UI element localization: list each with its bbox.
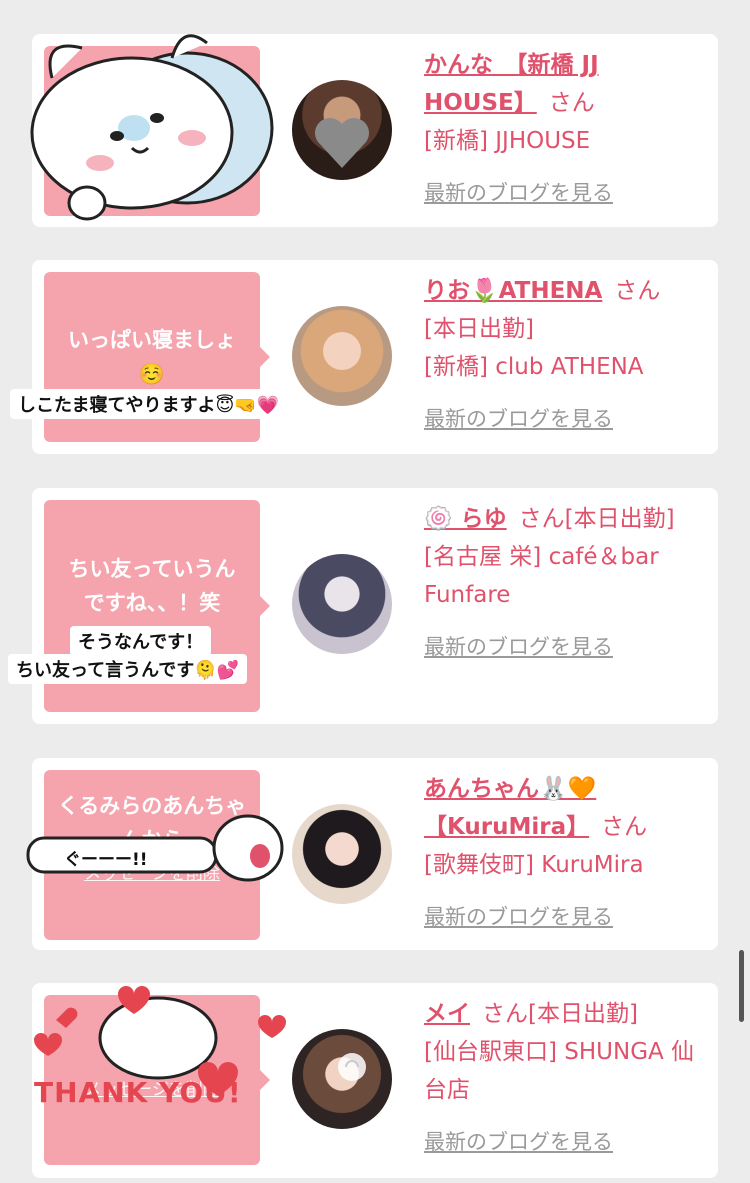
shop-line: [仙台駅東口] SHUNGA 仙台店 bbox=[424, 1039, 695, 1103]
status-line: [本日出勤] bbox=[528, 1001, 638, 1027]
honorific: さん bbox=[482, 1001, 528, 1027]
cast-card: いっぱい寝ましょ ☺️ りお🌷ATHENA さん [本日出勤] [新橋] club… bbox=[32, 260, 718, 454]
story-text-overlay: そうなんです！ bbox=[70, 626, 212, 656]
honorific: さん bbox=[601, 814, 648, 840]
cast-info: あんちゃん🐰🧡【KuruMira】 さん [歌舞伎町] KuruMira 最新のブ… bbox=[424, 770, 700, 936]
cast-name-link[interactable]: 🍥 らゆ bbox=[424, 506, 507, 532]
cast-name-link[interactable]: メイ bbox=[424, 1001, 470, 1027]
story-text-overlay: ちい友って言うんです🫠💕 bbox=[8, 654, 248, 684]
shop-line: [新橋] club ATHENA bbox=[424, 354, 644, 380]
honorific: さん bbox=[614, 278, 661, 304]
cast-info: かんな 【新橋 JJ HOUSE】 さん [新橋] JJHOUSE 最新のブログを… bbox=[424, 46, 700, 212]
avatar[interactable] bbox=[292, 554, 392, 654]
sticker-text: THANK YOU! bbox=[34, 1076, 242, 1109]
cast-card: ちい友っていうんですね、、！笑 🍥 らゆ さん[本日出勤] [名古屋 栄] caf… bbox=[32, 488, 718, 724]
shop-line: [歌舞伎町] KuruMira bbox=[424, 852, 644, 878]
cast-info: 🍥 らゆ さん[本日出勤] [名古屋 栄] café＆bar Funfare 最新… bbox=[424, 500, 700, 666]
honorific: さん bbox=[518, 506, 565, 532]
latest-blog-link[interactable]: 最新のブログを見る bbox=[424, 174, 700, 212]
shop-line: [新橋] JJHOUSE bbox=[424, 128, 591, 154]
status-line: [本日出勤] bbox=[424, 316, 534, 342]
message-emoji: ☺️ bbox=[138, 362, 166, 386]
cast-info: りお🌷ATHENA さん [本日出勤] [新橋] club ATHENA 最新のブ… bbox=[424, 272, 700, 438]
message-text: ちい友っていうんですね、、！笑 bbox=[68, 557, 236, 615]
latest-blog-link[interactable]: 最新のブログを見る bbox=[424, 400, 700, 438]
avatar[interactable] bbox=[292, 80, 392, 180]
sticker-text: ぐーーー!! bbox=[64, 850, 148, 870]
cast-info: メイ さん[本日出勤] [仙台駅東口] SHUNGA 仙台店 最新のブログを見る bbox=[424, 995, 700, 1161]
status-line: [本日出勤] bbox=[564, 506, 675, 532]
latest-blog-link[interactable]: 最新のブログを見る bbox=[424, 628, 700, 666]
thank-you-sticker: THANK YOU! bbox=[28, 980, 286, 1118]
punch-sticker: ぐーーー!! bbox=[26, 808, 284, 892]
shop-line: [名古屋 栄] café＆bar Funfare bbox=[424, 544, 659, 608]
story-text-overlay: しこたま寝てやりますよ😇🤜💗 bbox=[10, 389, 288, 419]
honorific: さん bbox=[548, 90, 595, 116]
avatar[interactable] bbox=[292, 804, 392, 904]
latest-blog-link[interactable]: 最新のブログを見る bbox=[424, 1123, 700, 1161]
cast-name-link[interactable]: りお🌷ATHENA bbox=[424, 278, 602, 304]
message-text: いっぱい寝ましょ bbox=[68, 328, 236, 352]
scrollbar[interactable] bbox=[739, 950, 744, 1022]
heart-sticker-icon bbox=[315, 118, 369, 168]
swirl-sticker-icon bbox=[338, 1053, 366, 1081]
latest-blog-link[interactable]: 最新のブログを見る bbox=[424, 898, 700, 936]
avatar[interactable] bbox=[292, 306, 392, 406]
cast-name-link[interactable]: あんちゃん🐰🧡【KuruMira】 bbox=[424, 776, 596, 840]
hamster-sticker-icon bbox=[30, 34, 274, 221]
avatar[interactable] bbox=[292, 1029, 392, 1129]
